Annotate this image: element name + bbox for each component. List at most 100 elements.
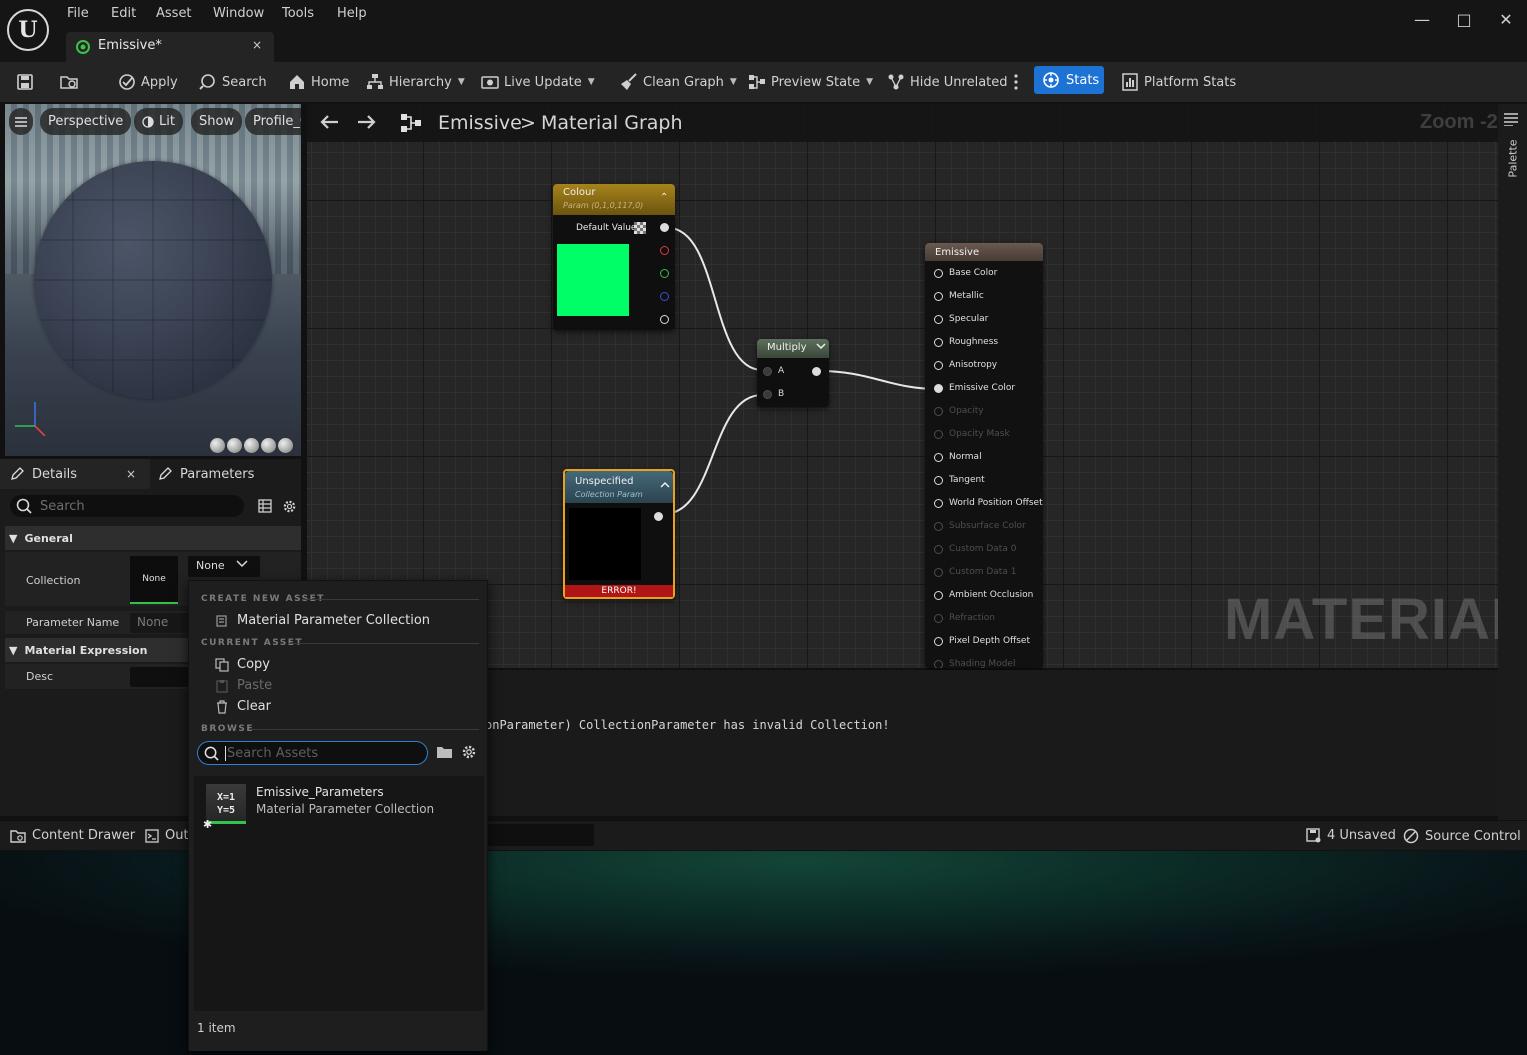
- emissive-input-pin[interactable]: Opacity Mask: [934, 429, 1010, 439]
- home-button[interactable]: Home: [288, 70, 349, 94]
- section-general[interactable]: ▼ General: [5, 526, 301, 550]
- emissive-input-pin[interactable]: Specular: [934, 314, 988, 324]
- menu-window[interactable]: Window: [213, 6, 264, 21]
- collapse-chevron-icon[interactable]: ⌃: [660, 192, 668, 203]
- preview-state-button[interactable]: Preview State ▼: [748, 70, 873, 94]
- output-pin-g[interactable]: [660, 269, 669, 278]
- emissive-input-pin[interactable]: Custom Data 0: [934, 544, 1016, 554]
- multiply-output-pin[interactable]: [812, 367, 821, 376]
- emissive-input-pin[interactable]: Base Color: [934, 268, 997, 278]
- lit-button[interactable]: Lit: [134, 108, 183, 135]
- minimize-button[interactable]: —: [1410, 8, 1434, 32]
- collection-param-node[interactable]: Unspecified Collection Param ERROR!: [563, 469, 675, 599]
- table-view-icon[interactable]: [258, 499, 272, 513]
- back-arrow-icon[interactable]: [319, 113, 339, 131]
- output-pin-rgb[interactable]: [660, 223, 669, 232]
- details-search-field[interactable]: Search: [10, 495, 244, 517]
- tab-parameters[interactable]: Parameters: [158, 459, 254, 489]
- menu-edit[interactable]: Edit: [111, 6, 136, 21]
- collection-thumbnail[interactable]: None: [130, 556, 178, 604]
- emissive-input-pin[interactable]: Custom Data 1: [934, 567, 1016, 577]
- palette-tab[interactable]: Palette: [1507, 129, 1520, 189]
- unreal-logo[interactable]: U: [7, 9, 49, 51]
- emissive-input-pin[interactable]: Emissive Color: [934, 383, 1015, 393]
- menu-tools[interactable]: Tools: [282, 6, 314, 21]
- hide-unrelated-button[interactable]: Hide Unrelated: [887, 70, 1008, 94]
- unsaved-button[interactable]: 4 Unsaved: [1306, 828, 1396, 843]
- save-button[interactable]: [16, 70, 34, 94]
- menu-file[interactable]: File: [67, 6, 89, 21]
- show-button[interactable]: Show: [191, 108, 243, 135]
- close-window-button[interactable]: ✕: [1494, 8, 1518, 32]
- forward-arrow-icon[interactable]: [357, 113, 377, 131]
- tab-details[interactable]: Details: [10, 459, 77, 489]
- perspective-button[interactable]: Perspective: [40, 108, 132, 135]
- search-assets-input[interactable]: Search Assets: [197, 741, 428, 765]
- desc-field[interactable]: [130, 667, 188, 687]
- parameter-name-field[interactable]: None: [130, 613, 188, 633]
- settings-gear-icon[interactable]: [282, 499, 297, 514]
- output-pin-a[interactable]: [660, 315, 669, 324]
- output-pin-r[interactable]: [660, 246, 669, 255]
- preview-cube-icon[interactable]: [261, 438, 276, 453]
- menu-asset[interactable]: Asset: [156, 6, 192, 21]
- document-tab-close-icon[interactable]: ×: [252, 38, 262, 52]
- live-update-button[interactable]: Live Update ▼: [481, 70, 595, 94]
- document-tab[interactable]: Emissive* ×: [66, 32, 274, 62]
- emissive-input-pin[interactable]: Opacity: [934, 406, 984, 416]
- preview-shape-selector[interactable]: [210, 438, 293, 453]
- emissive-input-pin[interactable]: Normal: [934, 452, 982, 462]
- emissive-input-pin[interactable]: Ambient Occlusion: [934, 590, 1033, 600]
- preview-viewport[interactable]: Perspective Lit Show Profile_0: [5, 104, 301, 456]
- emissive-input-pin[interactable]: Roughness: [934, 337, 998, 347]
- stats-button[interactable]: Stats: [1034, 66, 1104, 94]
- paste-menu-item[interactable]: Paste: [215, 678, 272, 693]
- content-drawer-button[interactable]: Content Drawer: [10, 828, 135, 843]
- folder-icon[interactable]: [436, 745, 453, 760]
- collection-param-output-pin[interactable]: [654, 512, 663, 521]
- checker-icon[interactable]: [634, 222, 646, 234]
- search-button[interactable]: Search: [199, 70, 267, 94]
- collapse-chevron-icon[interactable]: [660, 481, 670, 489]
- menu-help[interactable]: Help: [337, 6, 367, 21]
- output-pin-b[interactable]: [660, 292, 669, 301]
- platform-stats-button[interactable]: Platform Stats: [1121, 70, 1236, 94]
- create-mpc-menu-item[interactable]: Material Parameter Collection: [215, 613, 430, 628]
- emissive-input-pin[interactable]: Subsurface Color: [934, 521, 1026, 531]
- preview-cylinder-icon[interactable]: [210, 438, 225, 453]
- viewport-menu-button[interactable]: [9, 108, 33, 135]
- emissive-input-pin[interactable]: Anisotropy: [934, 360, 997, 370]
- emissive-input-pin[interactable]: Refraction: [934, 613, 995, 623]
- emissive-input-pin[interactable]: Metallic: [934, 291, 984, 301]
- multiply-node[interactable]: Multiply A B: [757, 339, 829, 407]
- profile-button[interactable]: Profile_0: [245, 108, 301, 135]
- emissive-input-pin[interactable]: World Position Offset: [934, 498, 1043, 508]
- emissive-input-pin[interactable]: Shading Model: [934, 659, 1015, 668]
- apply-button[interactable]: Apply: [118, 70, 178, 94]
- hierarchy-button[interactable]: Hierarchy ▼: [366, 70, 465, 94]
- preview-sphere-icon[interactable]: [227, 438, 242, 453]
- details-tab-close-icon[interactable]: ×: [126, 467, 136, 481]
- emissive-input-pin[interactable]: Pixel Depth Offset: [934, 636, 1030, 646]
- clean-graph-button[interactable]: Clean Graph ▼: [620, 70, 737, 94]
- colour-node[interactable]: Colour Param (0,1,0,117,0) ⌃ Default Val…: [553, 184, 675, 330]
- settings-gear-icon[interactable]: [461, 744, 477, 760]
- breadcrumb-root[interactable]: Emissive: [438, 112, 522, 134]
- console-command-field[interactable]: [488, 824, 594, 846]
- more-options-button[interactable]: [1007, 70, 1025, 94]
- preview-plane-icon[interactable]: [244, 438, 259, 453]
- chevron-down-icon[interactable]: [816, 341, 826, 351]
- multiply-pin-a[interactable]: A: [763, 366, 784, 376]
- asset-list-item[interactable]: X=1 Y=5 ✱ Emissive_Parameters Material P…: [201, 780, 481, 831]
- maximize-button[interactable]: □: [1452, 8, 1476, 32]
- preview-mesh-icon[interactable]: [278, 438, 293, 453]
- multiply-pin-b[interactable]: B: [763, 389, 784, 399]
- emissive-input-pin[interactable]: Tangent: [934, 475, 985, 485]
- collection-combo[interactable]: None: [188, 556, 260, 577]
- browse-button[interactable]: [60, 70, 78, 94]
- copy-menu-item[interactable]: Copy: [215, 657, 270, 672]
- emissive-result-node[interactable]: Emissive Base Color Metallic Specular Rough…: [925, 243, 1043, 668]
- palette-list-icon[interactable]: [1504, 112, 1518, 126]
- source-control-button[interactable]: Source Control: [1403, 828, 1521, 844]
- clear-menu-item[interactable]: Clear: [215, 699, 271, 714]
